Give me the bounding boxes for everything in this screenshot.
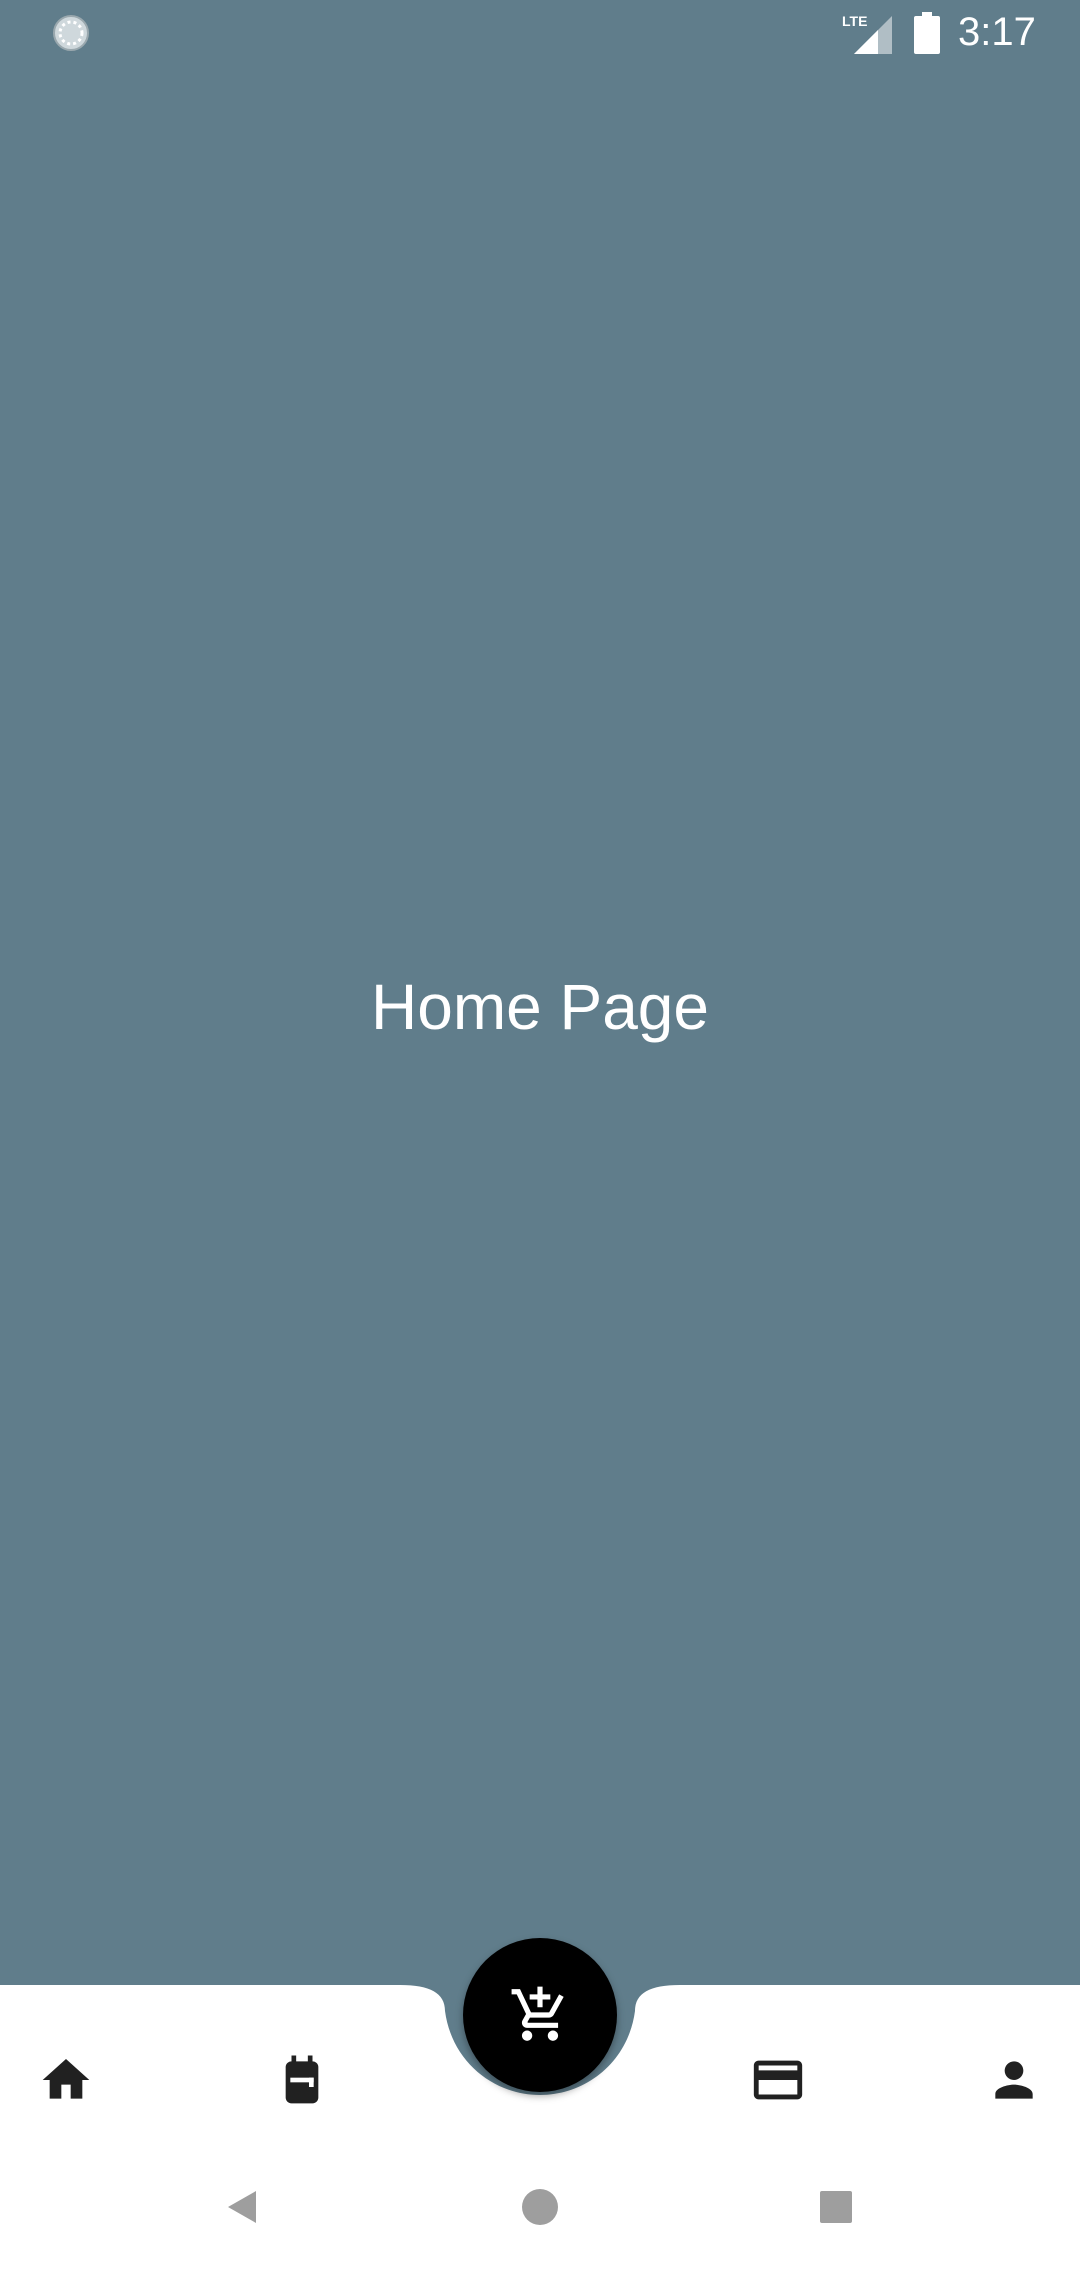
home-icon <box>42 2059 90 2099</box>
system-back-button[interactable] <box>218 2183 266 2231</box>
svg-text:LTE: LTE <box>842 13 867 29</box>
system-navigation-bar <box>0 2133 1080 2280</box>
page-title: Home Page <box>371 971 709 1043</box>
person-icon <box>995 2061 1033 2099</box>
app-screen: LTE 3:17 Home Page <box>0 0 1080 2280</box>
nav-item-profile[interactable] <box>984 2050 1044 2110</box>
nav-item-home[interactable] <box>36 2050 96 2110</box>
system-home-button[interactable] <box>516 2183 564 2231</box>
back-icon <box>228 2191 256 2223</box>
system-recents-button[interactable] <box>812 2183 860 2231</box>
loading-icon <box>53 15 89 51</box>
nav-item-backpack[interactable] <box>272 2050 332 2110</box>
add-to-cart-fab[interactable] <box>463 1938 617 2092</box>
lte-signal-icon: LTE <box>842 13 892 54</box>
nav-item-payment[interactable] <box>748 2050 808 2110</box>
credit-card-icon <box>753 2060 803 2100</box>
recents-icon <box>820 2191 852 2223</box>
battery-icon <box>914 12 940 54</box>
home-circle-icon <box>522 2189 558 2225</box>
add-shopping-cart-icon <box>511 1986 564 2041</box>
status-bar: LTE 3:17 <box>0 0 1080 66</box>
backpack-icon <box>285 2055 319 2104</box>
status-time: 3:17 <box>958 10 1036 54</box>
